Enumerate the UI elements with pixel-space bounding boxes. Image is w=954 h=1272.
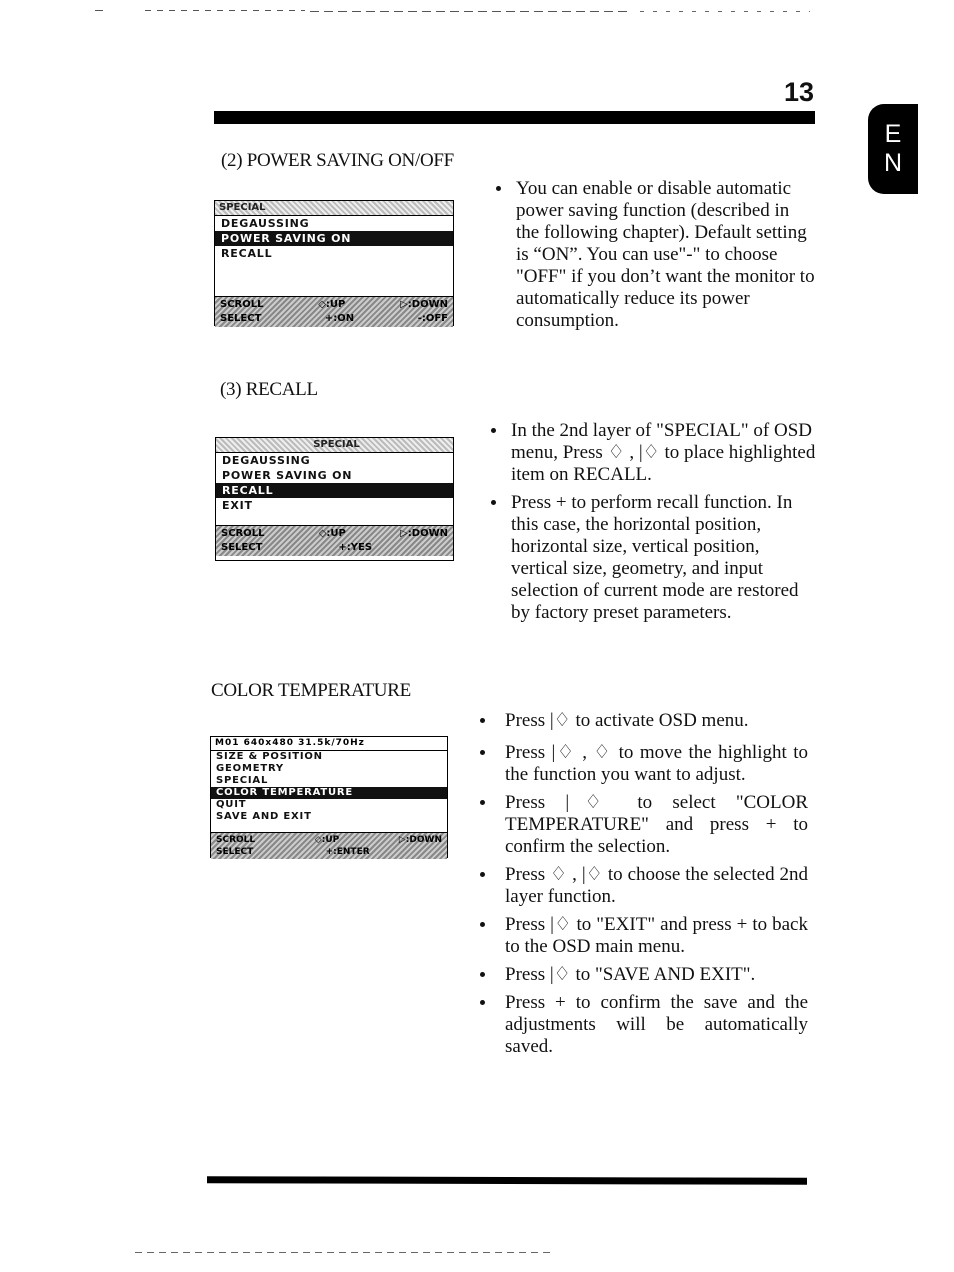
section-title-power-saving: (2) POWER SAVING ON/OFF [221,150,454,171]
language-tab-letter: N [883,149,903,177]
osd-footer-down: ▷:DOWN [400,299,448,310]
osd-header-mode-info: M01 640x480 31.5k/70Hz [211,737,447,751]
osd-item-geometry: GEOMETRY [216,763,284,774]
instruction-item: In the 2nd layer of "SPECIAL" of OSD men… [489,420,819,486]
osd-footer-select: SELECT [216,847,254,857]
instruction-item: Press |♢ to "SAVE AND EXIT". [478,964,808,986]
language-tab: E N [868,104,918,194]
osd-footer: SCROLL ◇:UP ▷:DOWN SELECT +:ENTER [211,832,447,859]
osd-footer-select: SELECT [221,542,263,553]
osd-footer: SCROLL ◇:UP ▷:DOWN SELECT +:YES [216,525,453,556]
section-title-recall: (3) RECALL [220,379,318,400]
osd-item-save-and-exit: SAVE AND EXIT [216,811,312,822]
recall-instructions: In the 2nd layer of "SPECIAL" of OSD men… [489,420,819,624]
instruction-item: Press + to perform recall function. In t… [489,492,819,624]
osd-menu-main: M01 640x480 31.5k/70Hz SIZE & POSITION G… [210,736,448,859]
osd-footer: SCROLL ◇:UP ▷:DOWN SELECT +:ON -:OFF [215,296,453,327]
osd-item-recall-selected: RECALL [216,483,453,498]
osd-item-color-temperature-selected: COLOR TEMPERATURE [211,787,447,799]
osd-item-power-saving: POWER SAVING ON [222,469,353,482]
instruction-item: Press |♢ , ♢ to move the highlight to th… [478,742,808,786]
instruction-item: Press ♢ , |♢ to choose the selected 2nd … [478,864,808,908]
osd-footer-select: SELECT [220,313,262,324]
osd-footer-up: ◇:UP [318,299,346,310]
page-number: 13 [783,77,814,107]
instruction-item: Press |♢ to activate OSD menu. [478,710,808,732]
instruction-item: Press + to confirm the save and the adju… [478,992,808,1058]
osd-item-recall: RECALL [221,247,273,260]
osd-header: SPECIAL [215,201,453,216]
instruction-item: Press |♢ to select "COLOR TEMPERATURE" a… [478,792,808,858]
osd-footer-enter: +:ENTER [325,847,370,857]
osd-item-power-saving-selected: POWER SAVING ON [215,231,453,246]
osd-footer-scroll: SCROLL [220,299,264,310]
power-saving-instructions: You can enable or disable automatic powe… [494,178,816,332]
osd-footer-down: ▷:DOWN [400,528,448,539]
scan-artifact [310,11,630,12]
osd-footer-up: ◇:UP [314,835,340,845]
scan-artifact [145,10,305,11]
osd-footer-on: +:ON [324,313,355,324]
osd-item-special: SPECIAL [216,775,269,786]
instruction-item: You can enable or disable automatic powe… [494,178,816,332]
osd-item-size-position: SIZE & POSITION [216,751,323,762]
osd-menu-power-saving: SPECIAL DEGAUSSING POWER SAVING ON RECAL… [214,200,454,327]
header-rule [214,111,815,124]
scan-artifact [135,1252,555,1253]
osd-footer-up: ◇:UP [318,528,346,539]
section-title-color-temperature: COLOR TEMPERATURE [211,680,411,701]
footer-rule [206,1176,808,1185]
osd-item-quit: QUIT [216,799,247,810]
scan-artifact [640,11,810,12]
osd-footer-off: -:OFF [417,313,448,324]
osd-item-exit: EXIT [222,499,253,512]
language-tab-letter: E [884,120,902,148]
osd-item-degaussing: DEGAUSSING [221,217,310,230]
instruction-item: Press |♢ to "EXIT" and press + to back t… [478,914,808,958]
osd-footer-scroll: SCROLL [216,835,256,845]
osd-item-degaussing: DEGAUSSING [222,454,311,467]
color-temperature-instructions: Press |♢ to activate OSD menu. Press |♢ … [478,710,808,1058]
osd-menu-recall: SPECIAL DEGAUSSING POWER SAVING ON RECAL… [215,437,454,561]
osd-footer-yes: +:YES [338,542,373,553]
osd-footer-down: ▷:DOWN [398,835,442,845]
osd-footer-scroll: SCROLL [221,528,265,539]
osd-header: SPECIAL [216,438,453,453]
scan-artifact [95,10,103,11]
